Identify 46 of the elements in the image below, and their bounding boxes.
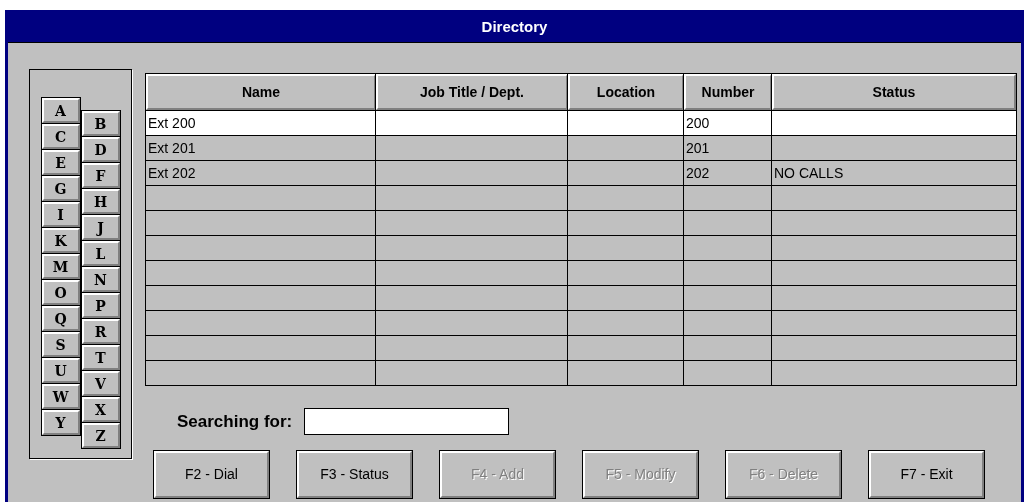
letter-button[interactable]: R: [81, 319, 120, 344]
letter-button[interactable]: O: [41, 280, 80, 305]
column-header[interactable]: Job Title / Dept.: [376, 74, 568, 110]
letter-button[interactable]: W: [41, 384, 80, 409]
letter-button[interactable]: G: [41, 176, 80, 201]
letter-button[interactable]: E: [41, 150, 80, 175]
table-cell-text: Ext 200: [148, 113, 196, 133]
letter-button[interactable]: C: [41, 124, 80, 149]
letter-button[interactable]: Q: [41, 306, 80, 331]
column-header[interactable]: Location: [568, 74, 684, 110]
table-cell-text: 201: [686, 138, 710, 158]
table-cell-text: NO CALLS: [774, 163, 844, 183]
letter-button[interactable]: X: [81, 397, 120, 422]
letter-button[interactable]: K: [41, 228, 80, 253]
letter-button[interactable]: D: [81, 137, 120, 162]
letter-button[interactable]: S: [41, 332, 80, 357]
function-button[interactable]: F7 - Exit: [869, 451, 984, 498]
column-header[interactable]: Status: [772, 74, 1016, 110]
column-header[interactable]: Number: [684, 74, 772, 110]
letter-button[interactable]: P: [81, 293, 120, 318]
letter-button[interactable]: J: [81, 215, 120, 240]
letter-button[interactable]: V: [81, 371, 120, 396]
table-cell-text: Ext 201: [148, 138, 196, 158]
letter-button[interactable]: A: [41, 98, 80, 123]
letter-button[interactable]: Y: [41, 410, 80, 435]
letter-button[interactable]: H: [81, 189, 120, 214]
search-label: Searching for:: [177, 410, 293, 433]
letter-button[interactable]: Z: [81, 423, 120, 448]
search-field[interactable]: [304, 408, 510, 435]
letter-button[interactable]: L: [81, 241, 120, 266]
table-row[interactable]: Ext 202 202 NO CALLS: [146, 160, 1016, 185]
column-header[interactable]: Name: [146, 74, 376, 110]
table-cell-text: 200: [686, 113, 710, 133]
letter-button[interactable]: I: [41, 202, 80, 227]
letter-button[interactable]: T: [81, 345, 120, 370]
letter-button[interactable]: F: [81, 163, 120, 188]
letter-button[interactable]: B: [81, 111, 120, 136]
table-row[interactable]: Ext 200 200: [146, 110, 1016, 135]
letter-button[interactable]: N: [81, 267, 120, 292]
table-cell-text: 202: [686, 163, 710, 183]
letter-button[interactable]: U: [41, 358, 80, 383]
function-button[interactable]: F3 - Status: [297, 451, 412, 498]
letter-button[interactable]: M: [41, 254, 80, 279]
function-button[interactable]: F2 - Dial: [154, 451, 269, 498]
table-row[interactable]: Ext 201 201: [146, 135, 1016, 160]
table-cell-text: Ext 202: [148, 163, 196, 183]
